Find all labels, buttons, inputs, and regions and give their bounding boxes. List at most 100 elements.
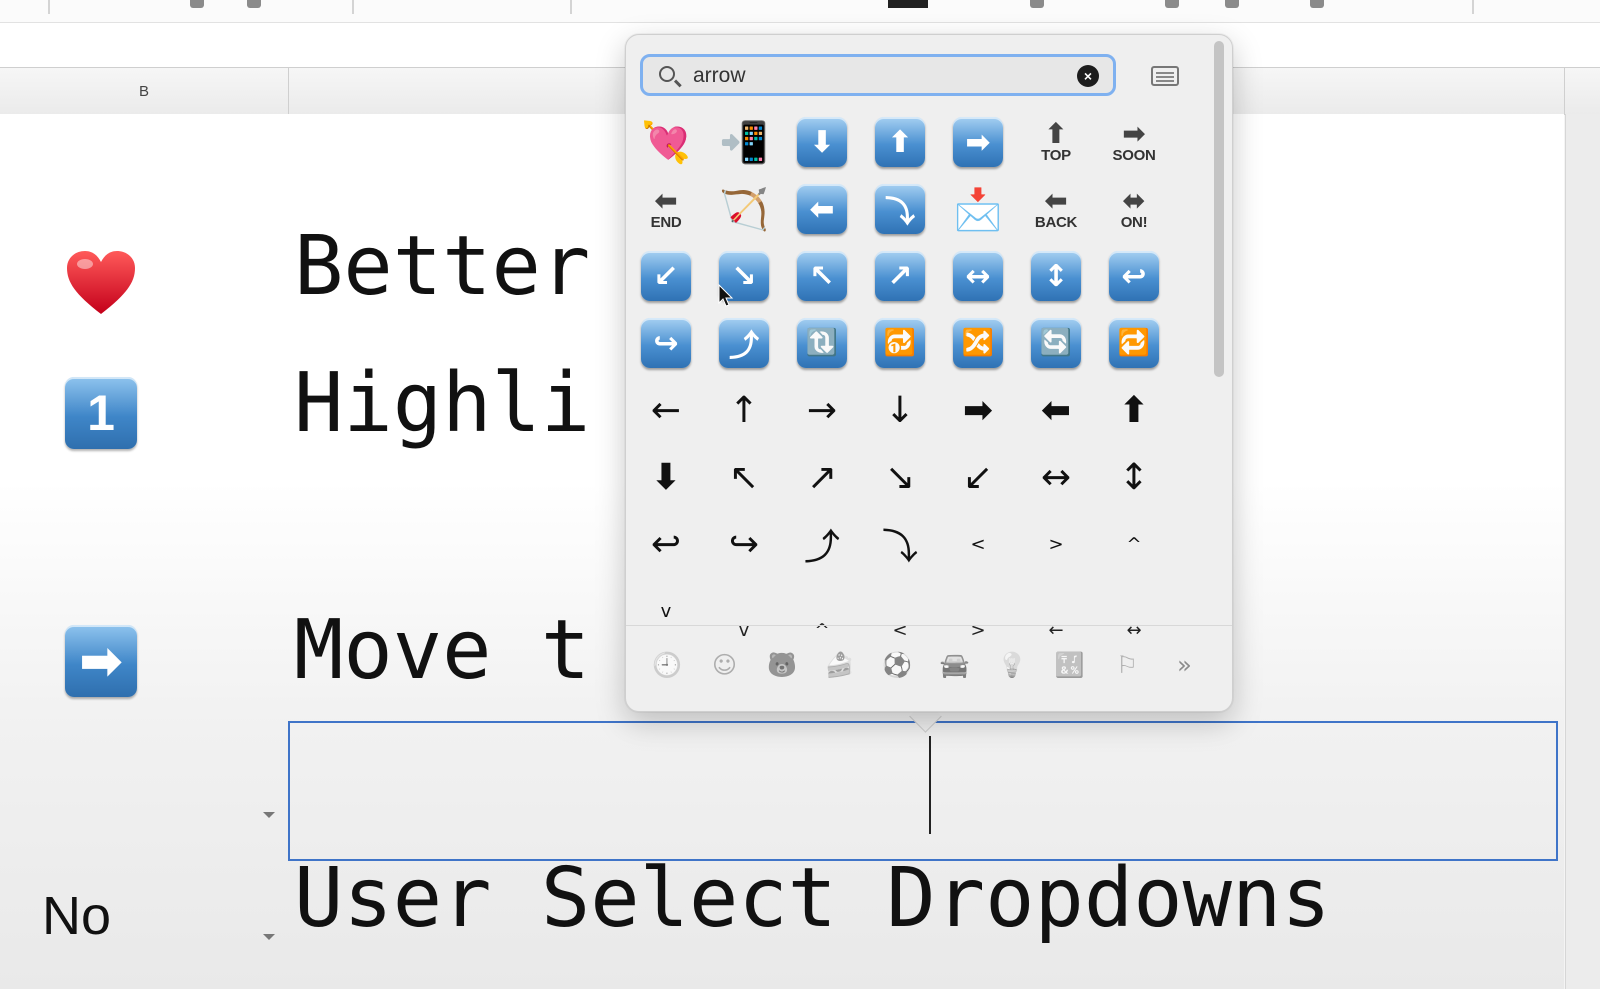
word-arrow-emoji-top[interactable]: ⬆ TOP — [1025, 111, 1087, 173]
word-arrow-emoji-back[interactable]: ⬅ BACK — [1025, 178, 1087, 240]
pictograph-emoji[interactable]: 🏹 — [713, 178, 775, 240]
word-arrow-label: TOP — [1041, 147, 1071, 164]
arrow-keycap-icon: ↙ — [641, 251, 691, 301]
word-arrow-label: SOON — [1112, 147, 1156, 164]
dropdown-caret-icon[interactable] — [263, 812, 275, 818]
blue-arrow-keycap-emoji[interactable]: ⬆ — [869, 111, 931, 173]
toolbar-separator — [1472, 0, 1474, 14]
blue-arrow-keycap-emoji[interactable]: ⬅ — [791, 178, 853, 240]
blue-arrow-keycap-emoji[interactable]: ↔ — [947, 245, 1009, 307]
row-text-user-select[interactable]: User Select Dropdowns — [294, 858, 1331, 940]
arrow-symbol-cell[interactable]: ↩ — [635, 513, 697, 575]
undo-icon[interactable] — [190, 0, 204, 8]
arrow-symbol-cell[interactable]: < — [947, 513, 1009, 575]
arrow-symbol-cell[interactable]: ^ — [1103, 513, 1165, 575]
arrow-keycap-icon: 🔁 — [1109, 318, 1159, 368]
animal-icon[interactable]: 🐻 — [765, 648, 799, 682]
character-viewer-icon[interactable] — [1151, 66, 1179, 86]
flags-icon[interactable]: ⚐ — [1110, 648, 1144, 682]
arrow-keycap-icon: 🔀 — [953, 318, 1003, 368]
blue-arrow-keycap-emoji[interactable]: ⬇ — [791, 111, 853, 173]
clock-icon[interactable]: 🕘 — [650, 648, 684, 682]
underline-icon[interactable] — [888, 0, 928, 8]
blue-arrow-keycap-emoji[interactable]: ↕ — [1025, 245, 1087, 307]
arrow-symbol-cell[interactable]: ↖ — [713, 446, 775, 508]
food-icon[interactable]: 🍰 — [823, 648, 857, 682]
arrow-symbol-cell[interactable]: ⬇ — [635, 446, 697, 508]
keycap-one-cell[interactable]: 1 — [64, 376, 138, 450]
word-arrow-emoji-end[interactable]: ⬅ END — [635, 178, 697, 240]
arrow-glyph: ↪ — [728, 523, 760, 565]
arrow-icon: ⬌ — [1122, 184, 1146, 217]
redo-icon[interactable] — [247, 0, 261, 8]
word-arrow-label: END — [650, 214, 682, 231]
emoji-search-box[interactable]: × — [640, 54, 1116, 96]
blue-arrow-keycap-emoji[interactable]: ➡ — [947, 111, 1009, 173]
arrow-glyph: > — [1048, 533, 1064, 555]
arrow-icon: ⬆ — [1044, 117, 1068, 150]
arrow-glyph: < — [970, 533, 986, 555]
merge-icon[interactable] — [1225, 0, 1239, 8]
align-icon[interactable] — [1165, 0, 1179, 8]
activity-icon[interactable]: ⚽ — [880, 648, 914, 682]
blue-arrow-keycap-emoji[interactable]: ⤴ — [713, 312, 775, 374]
arrow-icon: ⬅ — [654, 184, 678, 217]
pictograph-emoji[interactable]: 📲 — [713, 111, 775, 173]
pictograph-emoji[interactable]: 💘 — [635, 111, 697, 173]
arrow-symbol-cell[interactable]: ➡ — [947, 379, 1009, 441]
objects-icon[interactable]: 💡 — [995, 648, 1029, 682]
heart-emoji-cell[interactable] — [64, 246, 138, 320]
right-arrow-emoji-cell[interactable]: ➡ — [64, 624, 138, 698]
arrow-symbol-cell[interactable]: ↙ — [947, 446, 1009, 508]
emoji-picker-popover[interactable]: × 💘📲⬇⬆➡⬆TOP➡SOON⬅END🏹⬅⤵📩⬅BACK⬌ON!↙↘↖↗↔↕↩… — [625, 34, 1233, 712]
smiley-icon[interactable]: ☺ — [708, 648, 742, 682]
selected-cell-editing[interactable] — [288, 721, 1558, 861]
emoji-search-input[interactable] — [693, 61, 1063, 91]
blue-arrow-keycap-emoji[interactable]: ↩ — [1103, 245, 1165, 307]
blue-arrow-keycap-emoji[interactable]: 🔁 — [1103, 312, 1165, 374]
arrow-symbol-cell[interactable]: ↗ — [791, 446, 853, 508]
blue-arrow-keycap-emoji[interactable]: 🔃 — [791, 312, 853, 374]
arrow-symbol-cell[interactable]: ↓ — [869, 379, 931, 441]
arrow-symbol-cell[interactable]: ⬆ — [1103, 379, 1165, 441]
blue-arrow-keycap-emoji[interactable]: 🔀 — [947, 312, 1009, 374]
arrow-symbol-cell[interactable]: ← — [635, 379, 697, 441]
arrow-symbol-cell[interactable]: ⤴ — [791, 513, 853, 575]
arrow-symbol-cell[interactable]: ↕ — [1103, 446, 1165, 508]
arrow-keycap-icon: ⬆ — [875, 117, 925, 167]
symbols-icon[interactable]: 🔣 — [1053, 648, 1087, 682]
arrow-symbol-cell[interactable]: ↪ — [713, 513, 775, 575]
dropdown-caret-icon[interactable] — [263, 934, 275, 940]
blue-arrow-keycap-emoji[interactable]: 🔂 — [869, 312, 931, 374]
row-text-better[interactable]: Better — [294, 226, 590, 308]
more-icon[interactable]: » — [1168, 648, 1202, 682]
border-icon[interactable] — [1030, 0, 1044, 8]
arrow-symbol-cell[interactable]: → — [791, 379, 853, 441]
cell-no[interactable]: No — [42, 885, 111, 947]
arrow-symbol-cell[interactable]: ↑ — [713, 379, 775, 441]
arrow-symbol-cell[interactable]: ⬅ — [1025, 379, 1087, 441]
arrow-symbol-cell[interactable]: ↔ — [1025, 446, 1087, 508]
arrow-symbol-cell[interactable]: ⤵ — [869, 513, 931, 575]
arrow-glyph: ➡ — [962, 389, 994, 431]
clear-search-icon[interactable]: × — [1077, 65, 1099, 87]
arrow-glyph: ↘ — [884, 456, 916, 498]
arrow-glyph: ↖ — [728, 456, 760, 498]
emoji-glyph: 📲 — [719, 119, 769, 166]
scrollbar-thumb[interactable] — [1214, 41, 1224, 377]
arrow-symbol-cell[interactable]: > — [1025, 513, 1087, 575]
pictograph-emoji[interactable]: 📩 — [947, 178, 1009, 240]
blue-arrow-keycap-emoji[interactable]: ↖ — [791, 245, 853, 307]
blue-arrow-keycap-emoji[interactable]: ↙ — [635, 245, 697, 307]
word-arrow-emoji-on[interactable]: ⬌ ON! — [1103, 178, 1165, 240]
column-header-b[interactable]: B — [0, 68, 289, 114]
arrow-glyph: ↓ — [884, 389, 916, 431]
travel-icon[interactable]: 🚘 — [938, 648, 972, 682]
blue-arrow-keycap-emoji[interactable]: ⤵ — [869, 178, 931, 240]
blue-arrow-keycap-emoji[interactable]: ↪ — [635, 312, 697, 374]
blue-arrow-keycap-emoji[interactable]: 🔄 — [1025, 312, 1087, 374]
arrow-symbol-cell[interactable]: ↘ — [869, 446, 931, 508]
word-arrow-emoji-soon[interactable]: ➡ SOON — [1103, 111, 1165, 173]
wrap-icon[interactable] — [1310, 0, 1324, 8]
blue-arrow-keycap-emoji[interactable]: ↗ — [869, 245, 931, 307]
